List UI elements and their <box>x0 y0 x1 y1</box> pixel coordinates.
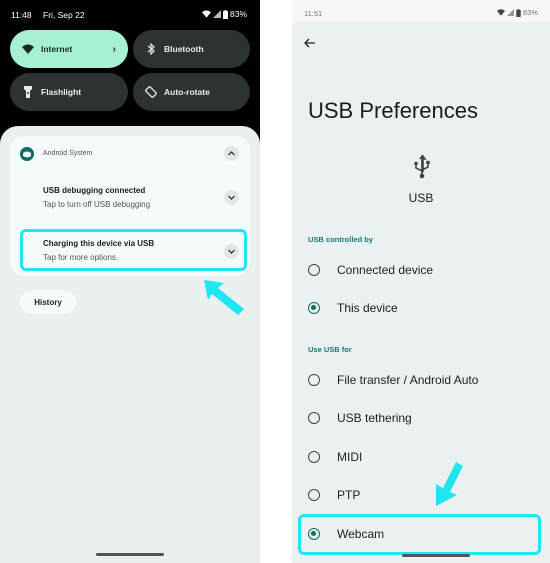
radio-button[interactable] <box>308 451 320 463</box>
radio-button[interactable] <box>308 374 320 386</box>
wifi-icon <box>496 9 505 16</box>
section-header-usb-controlled-by: USB controlled by <box>308 235 374 244</box>
battery-percent: 83% <box>229 9 247 19</box>
usb-label: USB <box>408 191 434 205</box>
status-time: 11:51 <box>304 9 323 18</box>
android-system-icon <box>20 147 34 161</box>
option-connected-device[interactable]: Connected device <box>292 255 550 285</box>
auto-rotate-icon <box>144 85 158 99</box>
signal-icon <box>506 9 514 16</box>
option-label: Connected device <box>337 263 434 277</box>
radio-button[interactable] <box>308 264 320 276</box>
battery-icon <box>222 9 228 19</box>
expand-button[interactable] <box>224 190 239 205</box>
radio-button[interactable] <box>308 489 320 501</box>
tile-flashlight[interactable]: Flashlight <box>10 73 128 111</box>
chevron-right-icon: › <box>112 43 116 55</box>
history-button[interactable]: History <box>20 290 76 314</box>
signal-icon <box>212 10 221 18</box>
tile-label: Bluetooth <box>164 44 204 54</box>
flashlight-icon <box>21 85 35 99</box>
highlight-box <box>20 229 247 271</box>
annotation-arrow-icon <box>436 462 463 506</box>
option-label: File transfer / Android Auto <box>337 373 479 387</box>
status-bar: 11:48 Fri, Sep 22 83% <box>0 0 260 30</box>
status-icons: 83% <box>496 8 538 17</box>
wifi-icon <box>21 42 35 56</box>
bluetooth-icon <box>144 42 158 56</box>
option-this-device[interactable]: This device <box>292 293 550 323</box>
tile-label: Auto-rotate <box>164 87 210 97</box>
status-icons: 83% <box>201 9 247 19</box>
radio-button[interactable] <box>308 412 320 424</box>
wifi-icon <box>201 10 211 18</box>
usb-preferences-screen: 11:51 83% USB Preferences USB USB contro… <box>292 0 550 563</box>
collapse-button[interactable] <box>224 146 239 161</box>
option-ptp[interactable]: PTP <box>292 480 550 510</box>
notification-subtitle: Tap to turn off USB debugging <box>43 200 151 209</box>
chevron-down-icon <box>228 195 235 200</box>
highlight-box <box>298 514 541 555</box>
arrow-back-icon <box>304 38 315 48</box>
tile-bluetooth[interactable]: Bluetooth <box>133 30 250 68</box>
chevron-up-icon <box>228 151 235 156</box>
back-button[interactable] <box>302 35 318 51</box>
battery-percent: 83% <box>522 8 538 17</box>
option-label: This device <box>337 301 398 315</box>
tile-auto-rotate[interactable]: Auto-rotate <box>133 73 250 111</box>
tile-label: Flashlight <box>41 87 82 97</box>
option-file-transfer[interactable]: File transfer / Android Auto <box>292 365 550 395</box>
option-usb-tethering[interactable]: USB tethering <box>292 403 550 433</box>
option-midi[interactable]: MIDI <box>292 442 550 472</box>
tile-label: Internet <box>41 44 73 54</box>
tile-internet[interactable]: Internet › <box>10 30 128 68</box>
option-label: MIDI <box>337 450 363 464</box>
gesture-navigation-bar[interactable] <box>96 553 164 556</box>
option-label: USB tethering <box>337 411 412 425</box>
option-label: PTP <box>337 488 361 502</box>
battery-icon <box>516 8 521 17</box>
status-time: 11:48 <box>11 10 32 20</box>
annotation-arrow-icon <box>204 280 244 315</box>
status-bar: 11:51 83% <box>292 0 550 22</box>
radio-button-selected[interactable] <box>308 302 320 314</box>
usb-icon <box>414 154 430 179</box>
section-header-use-usb-for: Use USB for <box>308 345 352 354</box>
notification-shade-screen: 11:48 Fri, Sep 22 83% Internet › Bluetoo… <box>0 0 260 563</box>
app-name: Android System <box>43 150 93 157</box>
status-date: Fri, Sep 22 <box>43 10 85 20</box>
gesture-navigation-bar[interactable] <box>402 554 470 557</box>
page-title: USB Preferences <box>308 98 478 123</box>
notification-title: USB debugging connected <box>43 186 146 195</box>
